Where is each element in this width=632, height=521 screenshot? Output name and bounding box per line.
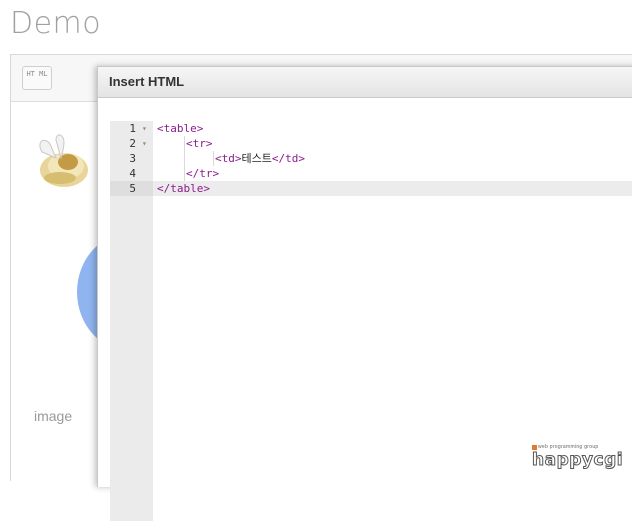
html-mode-button[interactable]: HT ML: [22, 66, 52, 90]
code-line[interactable]: 4 </tr>: [110, 166, 632, 181]
line-number: 3: [129, 152, 136, 165]
code-line[interactable]: 1 ▾ <table>: [110, 121, 632, 136]
cell-text: 테스트: [241, 152, 272, 165]
html-tag: </tr>: [186, 167, 220, 180]
watermark-brand: happycgi: [531, 450, 624, 471]
dialog-title: Insert HTML: [109, 74, 185, 89]
indent-guide: [213, 151, 214, 166]
code-line[interactable]: 2 ▾ <tr>: [110, 136, 632, 151]
fold-arrow-icon[interactable]: ▾: [142, 121, 147, 136]
code-text: <tr>: [186, 136, 213, 151]
line-number: 4: [129, 167, 136, 180]
page-title: Demo: [10, 6, 102, 41]
indent-guide: [184, 136, 185, 151]
code-text: <td>테스트</td>: [215, 151, 305, 166]
watermark-logo: web programming group happycgi: [528, 444, 628, 474]
html-tag: <tr>: [186, 137, 213, 150]
line-number: 5: [110, 181, 153, 196]
indent-guide: [184, 151, 185, 166]
indent-guide: [184, 166, 185, 181]
html-tag: <td>: [215, 152, 242, 165]
insert-html-dialog: Insert HTML 1 ▾ <table> 2 ▾ <tr> 3 <td>테스트</td>…: [97, 66, 632, 521]
code-text: </tr>: [186, 166, 219, 181]
image-label: image: [34, 408, 73, 424]
dialog-header[interactable]: Insert HTML: [98, 67, 632, 98]
code-text: <table>: [157, 121, 203, 136]
code-line[interactable]: 5 </table>: [110, 181, 632, 196]
winged-helmet-logo-icon: [39, 134, 88, 187]
code-line[interactable]: 3 <td>테스트</td>: [110, 151, 632, 166]
html-tag: <table>: [157, 122, 204, 135]
html-tag: </table>: [157, 182, 210, 195]
fold-arrow-icon[interactable]: ▾: [142, 136, 147, 151]
code-text: </table>: [157, 181, 210, 196]
html-mode-button-label: HT ML: [26, 70, 48, 78]
html-tag: </td>: [271, 152, 305, 165]
